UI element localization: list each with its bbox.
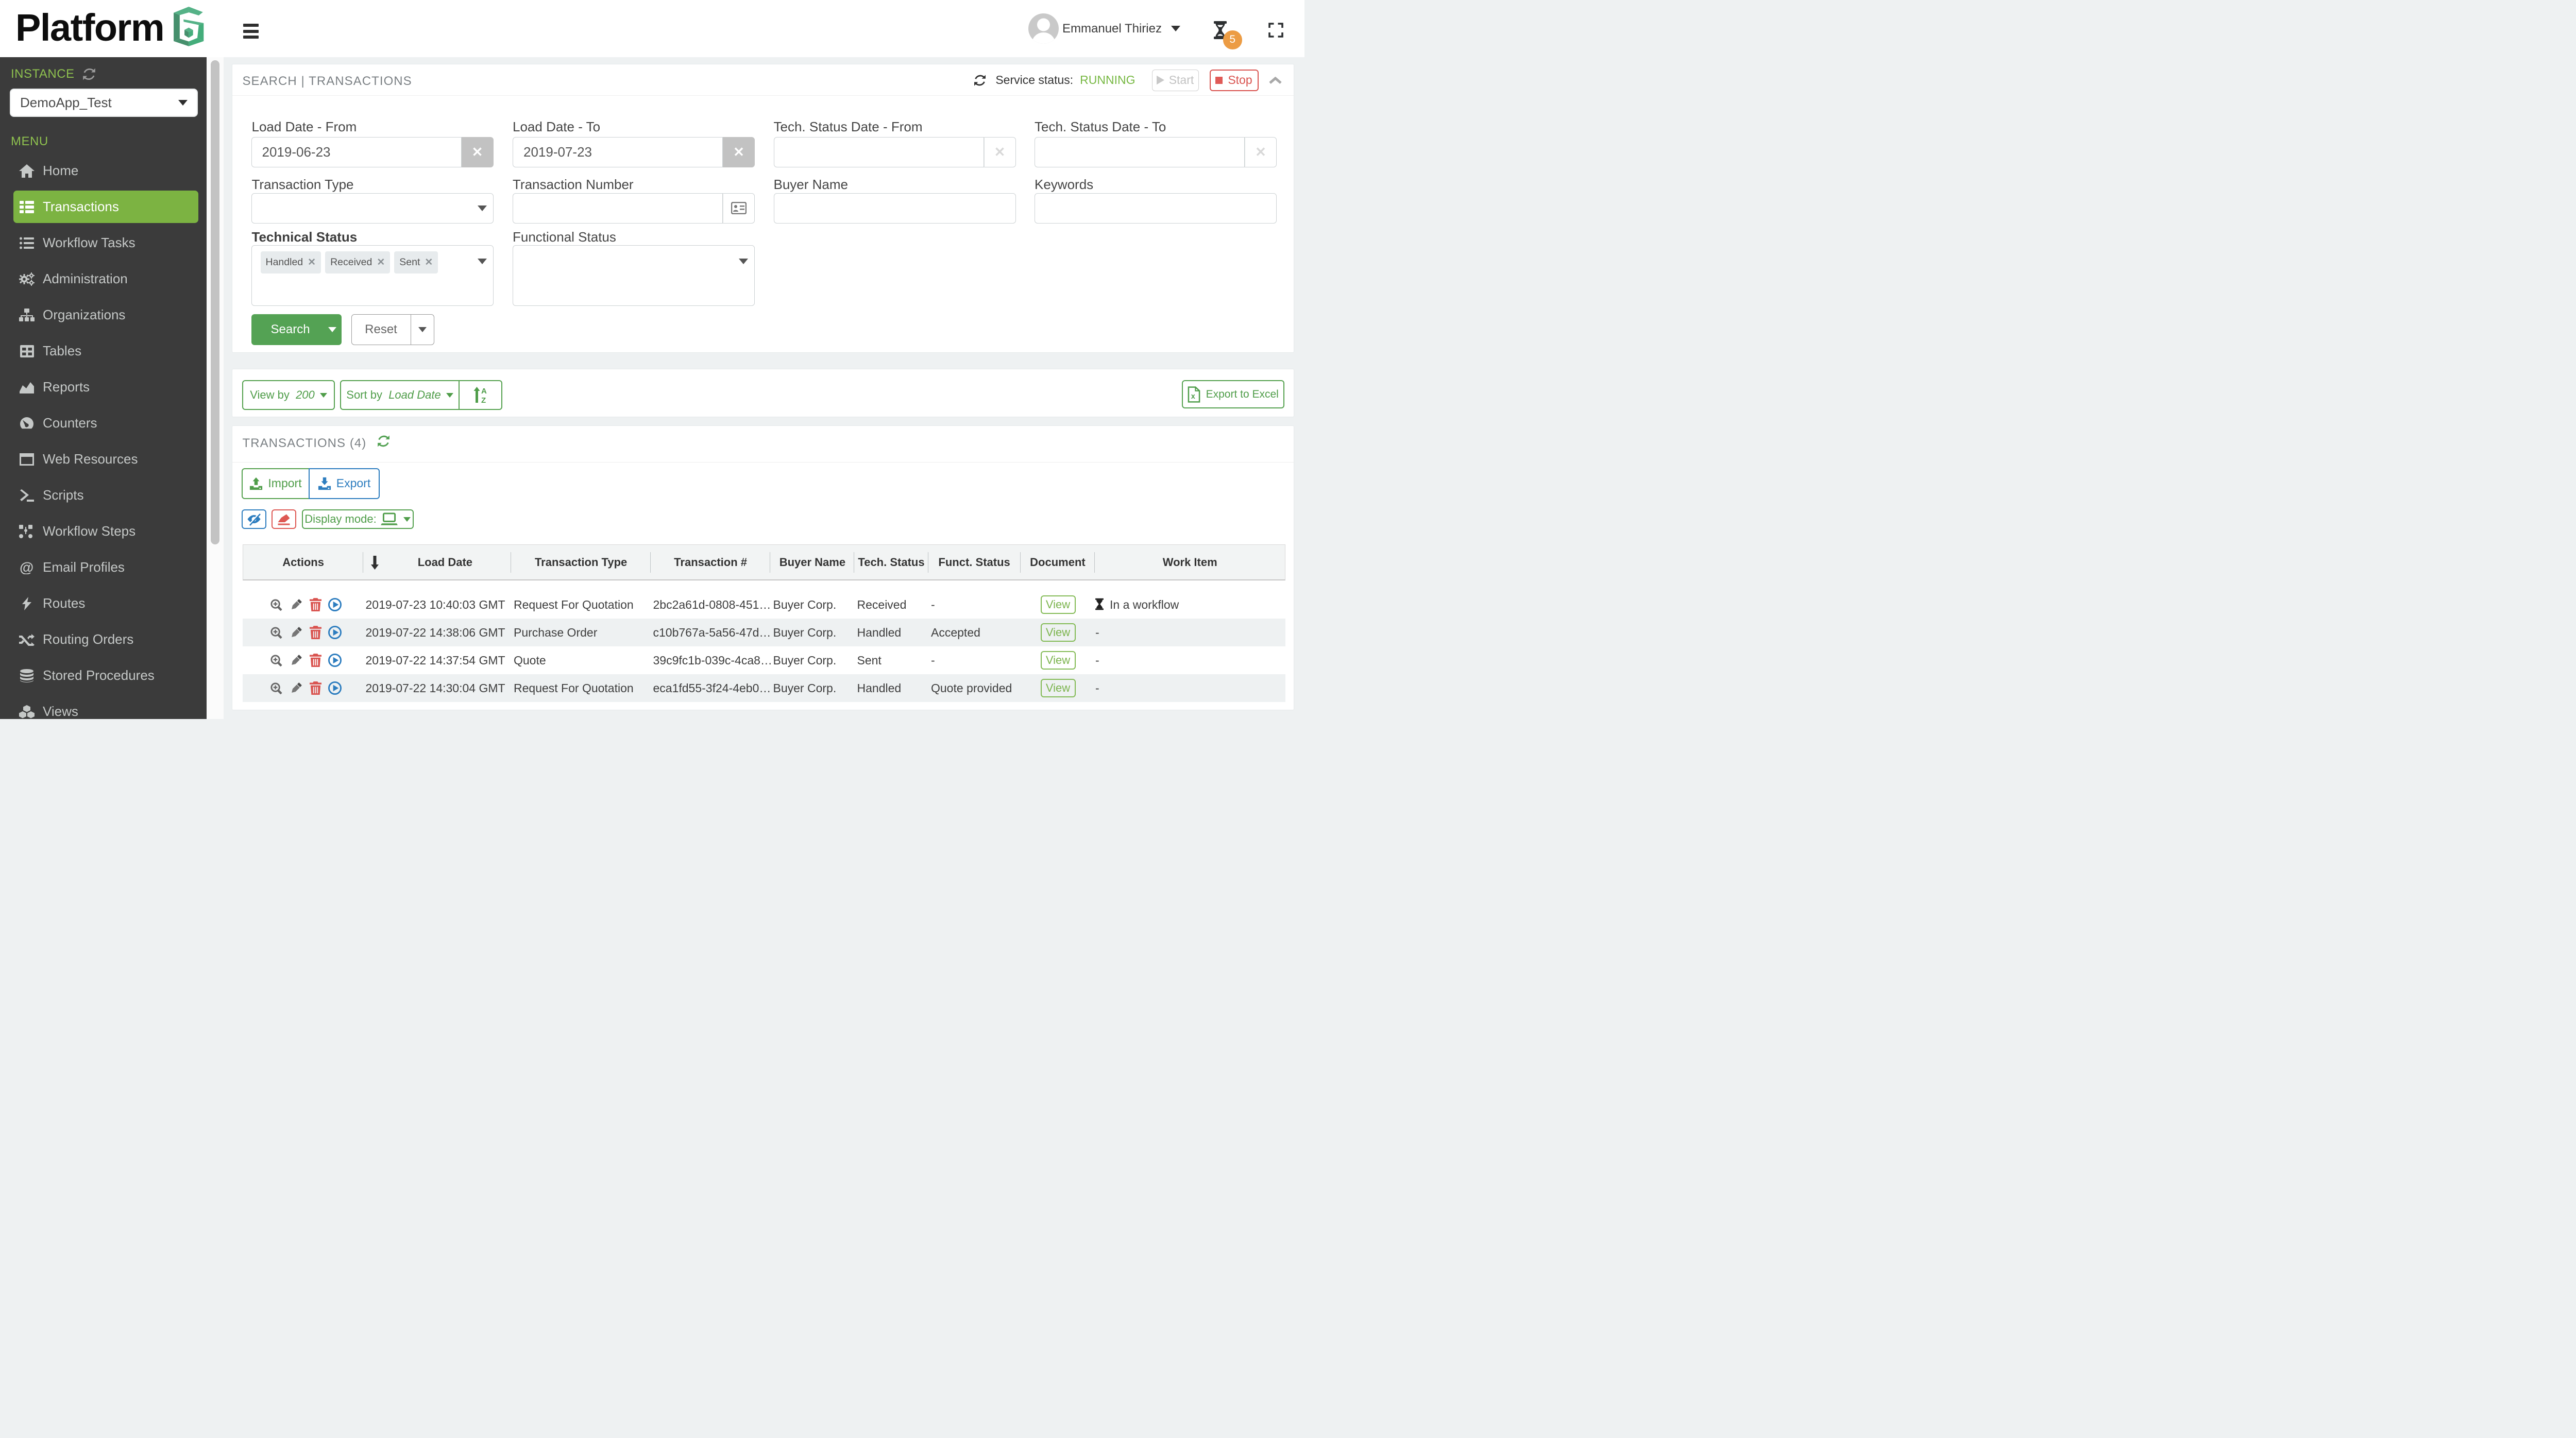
svg-text:A: A [481, 387, 487, 396]
svg-text:Z: Z [481, 396, 486, 404]
svg-text:@: @ [20, 561, 33, 574]
svg-text:x: x [1191, 392, 1195, 401]
